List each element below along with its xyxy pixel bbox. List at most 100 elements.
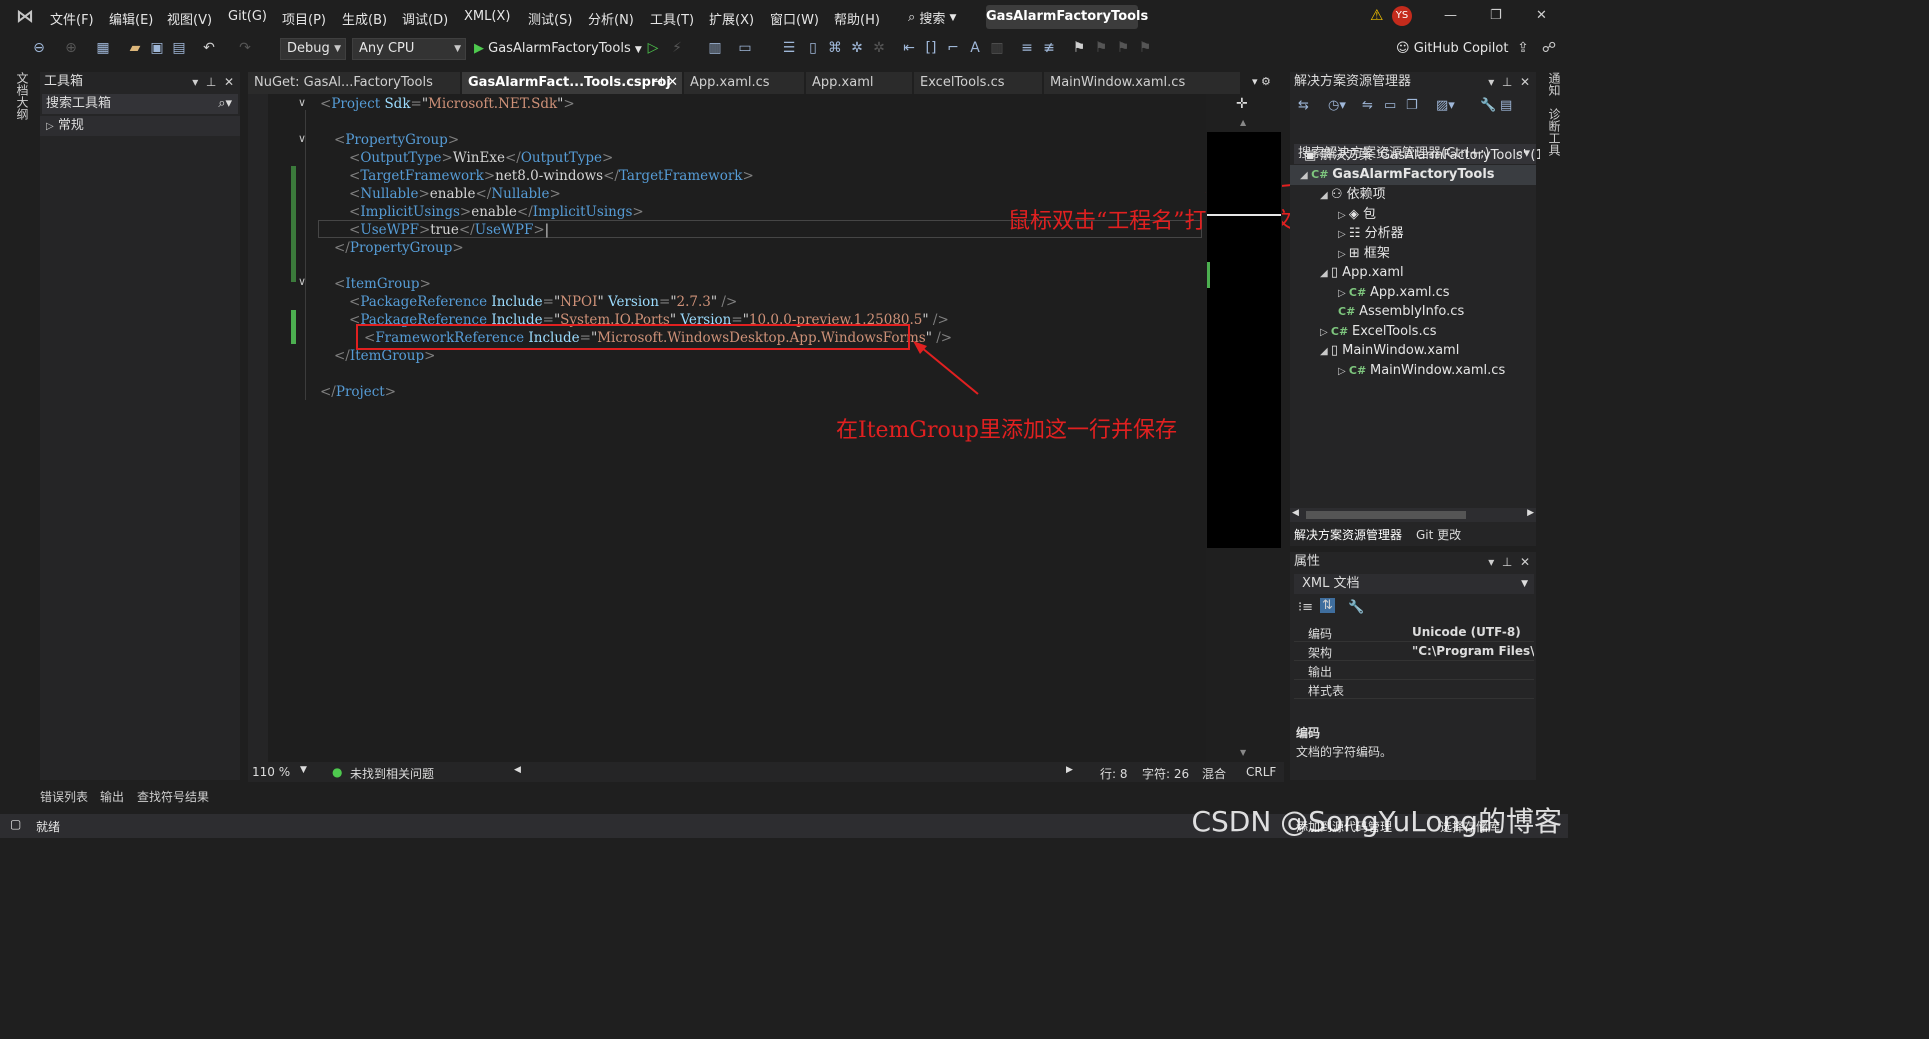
tree-mainwindow-xaml[interactable]: ◢ ▯ MainWindow.xaml xyxy=(1320,341,1459,361)
tree-label: App.xaml xyxy=(1342,265,1404,280)
tree-project[interactable]: ◢ C# GasAlarmFactoryTools xyxy=(1290,165,1536,185)
issues-status[interactable]: 未找到相关问题 xyxy=(350,765,434,782)
sync-icon[interactable]: ⇆ xyxy=(1298,98,1309,113)
prop-key: 架构 xyxy=(1308,646,1333,660)
history-icon[interactable]: ◷▾ xyxy=(1328,98,1346,113)
expanded-icon: ◢ xyxy=(1320,346,1331,357)
tree-solution[interactable]: ▣ 解决方案 'GasAlarmFactoryTools' (1 xyxy=(1304,146,1544,166)
scroll-down-icon[interactable]: ▼ xyxy=(1240,748,1246,757)
minimap[interactable]: ✛ ▲ ▼ xyxy=(1206,94,1282,762)
status-ready: 就绪 xyxy=(36,820,61,834)
line-number[interactable]: 行: 8 xyxy=(1100,765,1128,782)
preview-icon[interactable]: ▤ xyxy=(1500,98,1512,113)
package-icon: ◈ xyxy=(1348,207,1364,222)
tab-find-symbol-results[interactable]: 查找符号结果 xyxy=(137,788,209,805)
collapsed-icon: ▷ xyxy=(1338,249,1349,260)
categorized-icon[interactable]: ⁝≡ xyxy=(1298,600,1313,615)
filter-icon[interactable]: ▨▾ xyxy=(1436,98,1455,113)
show-all-icon[interactable]: ❐ xyxy=(1406,98,1418,113)
minimap-viewport-line xyxy=(1207,214,1281,216)
tab-git-changes[interactable]: Git 更改 xyxy=(1416,526,1461,543)
properties-icon[interactable]: 🔧 xyxy=(1480,98,1496,113)
collapsed-icon: ▷ xyxy=(1338,210,1349,221)
tree-label: 包 xyxy=(1363,207,1377,222)
prop-desc: 文档的字符编码。 xyxy=(1296,745,1393,759)
prop-row-stylesheet[interactable]: 样式表 xyxy=(1294,680,1534,699)
watermark: CSDN @SongYuLong的博客 xyxy=(1191,805,1562,838)
solution-explorer: 解决方案资源管理器 ▾ ⊥ ✕ ⇆ ◷▾ ⇋ ▭ ❐ ▨▾ 🔧 ▤ 搜索解决方案… xyxy=(1290,72,1544,546)
collapse-icon[interactable]: ▭ xyxy=(1384,98,1396,113)
editor-status-bar: 110 % ▼ ● 未找到相关问题 ◀ ▶ 行: 8 字符: 26 混合 CRL… xyxy=(248,762,1284,782)
tree-frameworks[interactable]: ▷ ⊞ 框架 xyxy=(1338,244,1390,264)
tree-assemblyinfo[interactable]: C# AssemblyInfo.cs xyxy=(1338,302,1464,322)
horizontal-scrollbar[interactable]: ◀ ▶ xyxy=(1290,508,1536,522)
expanded-icon: ◢ xyxy=(1300,170,1312,181)
scroll-thumb[interactable] xyxy=(1306,511,1466,519)
tree-label: 框架 xyxy=(1363,246,1390,261)
scroll-right-icon[interactable]: ▶ xyxy=(1527,508,1534,518)
collapsed-icon: ▷ xyxy=(1320,327,1331,338)
zoom-level[interactable]: 110 % xyxy=(252,765,290,779)
minimap-canvas xyxy=(1207,132,1281,548)
solution-toolbar: ⇆ ◷▾ ⇋ ▭ ❐ ▨▾ 🔧 ▤ xyxy=(1290,96,1536,120)
status-icon: ▢ xyxy=(10,817,22,831)
prop-key: 样式表 xyxy=(1308,684,1345,698)
scroll-right-icon[interactable]: ▶ xyxy=(1066,765,1073,775)
tree-mainwindow-xaml-cs[interactable]: ▷ C# MainWindow.xaml.cs xyxy=(1338,361,1505,381)
diagnostic-tools-tab[interactable]: 诊断工具 xyxy=(1546,108,1563,156)
object-select[interactable]: XML 文档 ▼ xyxy=(1294,574,1534,594)
arrow-line-2 xyxy=(915,342,979,395)
tree-dependencies[interactable]: ◢ ⚇ 依赖项 xyxy=(1320,185,1386,205)
bottom-tool-tabs: 错误列表 输出 查找符号结果 xyxy=(40,786,1240,806)
tree-app-xaml-cs[interactable]: ▷ C# App.xaml.cs xyxy=(1338,283,1450,303)
scroll-left-icon[interactable]: ◀ xyxy=(514,765,521,775)
prop-row-encoding[interactable]: 编码 Unicode (UTF-8) xyxy=(1294,623,1534,642)
prop-value[interactable]: Unicode (UTF-8) xyxy=(1412,625,1534,639)
tree-label: ExcelTools.cs xyxy=(1352,324,1437,339)
xaml-file-icon: ▯ xyxy=(1330,265,1343,280)
annotation-note-2: 在ItemGroup里添加这一行并保存 xyxy=(836,418,1178,443)
arrow-head-2 xyxy=(913,341,927,354)
properties-title: 属性 xyxy=(1294,554,1321,569)
panel-controls[interactable]: ▾ ⊥ ✕ xyxy=(1488,552,1530,572)
tree-app-xaml[interactable]: ◢ ▯ App.xaml xyxy=(1320,263,1404,283)
tab-error-list[interactable]: 错误列表 xyxy=(40,788,88,805)
tree-analyzers[interactable]: ▷ ☷ 分析器 xyxy=(1338,224,1404,244)
split-icon[interactable]: ✛ xyxy=(1236,96,1248,112)
tab-output[interactable]: 输出 xyxy=(100,788,124,805)
tree-label: 解决方案 'GasAlarmFactoryTools' (1 xyxy=(1320,148,1544,163)
alphabetical-icon[interactable]: ⇅ xyxy=(1320,598,1335,613)
line-ending[interactable]: CRLF xyxy=(1246,765,1276,779)
check-icon: ● xyxy=(332,765,343,779)
panel-controls[interactable]: ▾ ⊥ ✕ xyxy=(1488,72,1530,92)
expanded-icon: ◢ xyxy=(1320,268,1331,279)
tab-solution-explorer[interactable]: 解决方案资源管理器 xyxy=(1294,526,1402,543)
tree-label: 依赖项 xyxy=(1346,187,1386,202)
collapsed-icon: ▷ xyxy=(1338,366,1349,377)
chevron-down-icon: ▼ xyxy=(1521,579,1528,589)
tree-exceltools[interactable]: ▷ C# ExcelTools.cs xyxy=(1320,322,1437,342)
chevron-down-icon[interactable]: ▼ xyxy=(300,765,307,775)
collapsed-icon: ▷ xyxy=(1338,229,1349,240)
solution-explorer-header: 解决方案资源管理器 ▾ ⊥ ✕ xyxy=(1290,72,1536,92)
whitespace-mode[interactable]: 混合 xyxy=(1202,765,1226,782)
properties-header: 属性 ▾ ⊥ ✕ xyxy=(1290,552,1536,572)
analyzer-icon: ☷ xyxy=(1348,226,1365,241)
notifications-tab[interactable]: 通知 xyxy=(1546,72,1563,96)
right-rail: 通知 诊断工具 xyxy=(1540,64,1568,780)
expanded-icon: ◢ xyxy=(1320,190,1331,201)
prop-row-schema[interactable]: 架构 "C:\Program Files\M xyxy=(1294,642,1534,661)
scroll-left-icon[interactable]: ◀ xyxy=(1292,508,1299,518)
tree-label: AssemblyInfo.cs xyxy=(1359,304,1465,319)
prop-key: 输出 xyxy=(1308,665,1333,679)
scroll-up-icon[interactable]: ▲ xyxy=(1240,118,1246,127)
csharp-file-icon: C# xyxy=(1348,364,1370,377)
prop-value[interactable]: "C:\Program Files\M xyxy=(1412,644,1534,658)
tree-packages[interactable]: ▷ ◈ 包 xyxy=(1338,205,1376,225)
switch-view-icon[interactable]: ⇋ xyxy=(1362,98,1373,113)
property-pages-icon[interactable]: 🔧 xyxy=(1348,600,1364,615)
char-number[interactable]: 字符: 26 xyxy=(1142,765,1189,782)
xaml-file-icon: ▯ xyxy=(1330,343,1343,358)
prop-row-output[interactable]: 输出 xyxy=(1294,661,1534,680)
tree-label: 分析器 xyxy=(1364,226,1404,241)
